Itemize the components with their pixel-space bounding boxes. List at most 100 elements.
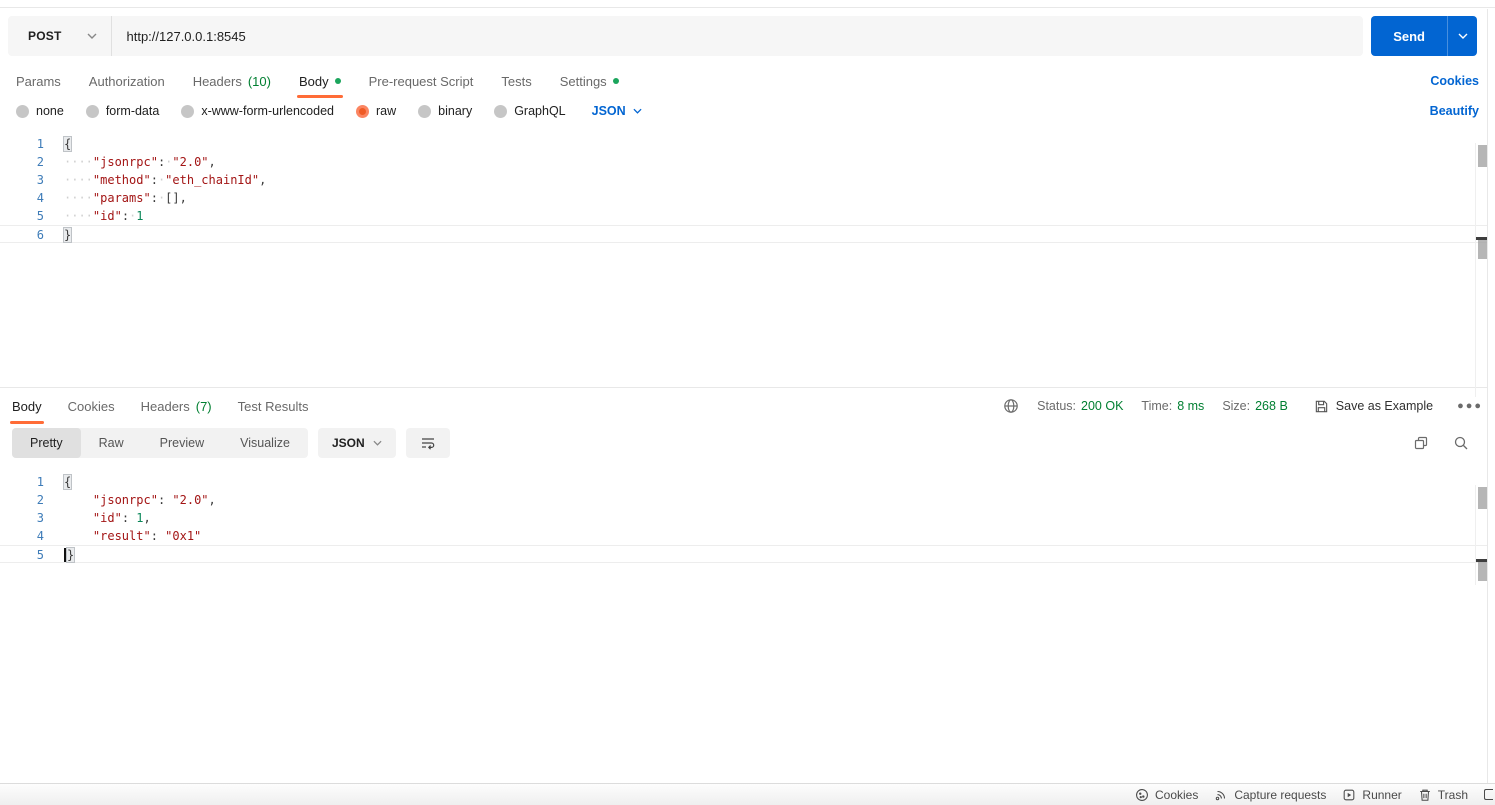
code-line[interactable]: 6} — [0, 225, 1495, 243]
request-url-row: POST http://127.0.0.1:8545 Send — [0, 8, 1495, 64]
request-language-select[interactable]: JSON — [592, 104, 642, 118]
code-line[interactable]: 5 ····"id":·1 — [0, 207, 1495, 225]
body-type-x-www-form-urlencoded[interactable]: x-www-form-urlencoded — [181, 104, 334, 118]
method-label: POST — [28, 29, 62, 43]
view-preview[interactable]: Preview — [142, 428, 222, 458]
time-badge: Time: 8 ms — [1141, 399, 1205, 413]
code-line[interactable]: 1{ — [0, 135, 1495, 153]
code-text: "result": "0x1" — [92, 529, 202, 543]
send-options-button[interactable] — [1447, 16, 1477, 56]
response-body-editor[interactable]: 1{2 "jsonrpc": "2.0", 3 "id": 1, 4 "result… — [0, 466, 1495, 761]
code-text: ····"params":·[], — [64, 191, 187, 205]
radio-icon — [181, 104, 195, 118]
body-type-raw[interactable]: raw — [356, 104, 396, 118]
line-number: 1 — [36, 137, 44, 151]
tab-pre-request-script[interactable]: Pre-request Script — [369, 64, 474, 98]
response-tab-headers[interactable]: Headers (7) — [141, 388, 212, 424]
chevron-down-icon — [87, 33, 97, 39]
response-tab-cookies[interactable]: Cookies — [68, 388, 115, 424]
code-text: "id": 1, — [92, 511, 151, 525]
code-line[interactable]: 3 ····"method":·"eth_chainId", — [0, 171, 1495, 189]
top-divider — [0, 0, 1495, 8]
line-number: 5 — [36, 548, 44, 562]
more-actions-icon[interactable]: ●●● — [1457, 400, 1483, 412]
body-type-graphql[interactable]: GraphQL — [494, 104, 566, 118]
postman-app: POST http://127.0.0.1:8545 Send Params A… — [0, 0, 1495, 805]
line-number: 1 — [36, 475, 44, 489]
right-sidebar-rail — [1487, 9, 1495, 783]
scrollbar-thumb[interactable] — [1478, 145, 1487, 167]
runner-icon — [1342, 788, 1356, 802]
code-text: } — [44, 546, 75, 562]
tab-params[interactable]: Params — [16, 64, 61, 98]
url-input[interactable]: http://127.0.0.1:8545 — [112, 16, 1363, 56]
radio-icon — [418, 104, 432, 118]
response-tab-test-results[interactable]: Test Results — [238, 388, 309, 424]
body-type-none[interactable]: none — [16, 104, 64, 118]
settings-modified-dot — [612, 78, 619, 84]
line-number: 3 — [36, 173, 44, 187]
code-line[interactable]: 2 "jsonrpc": "2.0", — [0, 491, 1495, 509]
radio-icon — [16, 104, 29, 118]
chevron-down-icon — [633, 108, 642, 114]
copy-response-icon[interactable] — [1413, 435, 1429, 451]
body-modified-dot — [334, 78, 341, 84]
view-pretty[interactable]: Pretty — [12, 428, 81, 458]
code-text: ····"id":·1 — [64, 209, 144, 223]
body-type-binary[interactable]: binary — [418, 104, 472, 118]
capture-requests-icon — [1214, 788, 1228, 802]
request-body-editor[interactable]: 1{2 ····"jsonrpc":·"2.0", 3 ····"method":·"… — [0, 128, 1495, 388]
cookie-icon — [1135, 788, 1149, 802]
footer-cookies[interactable]: Cookies — [1135, 788, 1198, 802]
globe-icon[interactable] — [1003, 398, 1019, 414]
response-view-switcher: Pretty Raw Preview Visualize — [12, 428, 308, 458]
code-text: } — [64, 228, 72, 242]
line-number: 3 — [36, 511, 44, 525]
code-text: { — [64, 475, 72, 489]
status-badge: Status: 200 OK — [1037, 399, 1124, 413]
tab-settings[interactable]: Settings — [560, 64, 619, 98]
code-line[interactable]: 2 ····"jsonrpc":·"2.0", — [0, 153, 1495, 171]
wrap-text-button[interactable] — [405, 428, 450, 458]
footer-trash[interactable]: Trash — [1418, 788, 1468, 802]
body-type-row: none form-data x-www-form-urlencoded raw… — [0, 98, 1495, 128]
active-tab-underline — [296, 95, 343, 98]
view-visualize[interactable]: Visualize — [222, 428, 308, 458]
footer-bar: Cookies Capture requests Runner Trash — [0, 783, 1495, 805]
tab-headers[interactable]: Headers (10) — [193, 64, 271, 98]
response-language-select[interactable]: JSON — [317, 428, 396, 458]
trash-icon — [1418, 788, 1432, 802]
body-type-form-data[interactable]: form-data — [85, 104, 159, 118]
send-button[interactable]: Send — [1371, 16, 1447, 56]
search-response-icon[interactable] — [1453, 435, 1469, 451]
footer-capture-requests[interactable]: Capture requests — [1214, 788, 1326, 802]
beautify-link[interactable]: Beautify — [1430, 104, 1479, 118]
method-select[interactable]: POST — [8, 16, 113, 56]
headers-count: (10) — [247, 73, 271, 89]
code-text: ····"method":·"eth_chainId", — [64, 173, 267, 187]
wrap-text-icon — [420, 435, 436, 451]
footer-runner[interactable]: Runner — [1342, 788, 1402, 802]
line-number: 2 — [36, 493, 44, 507]
radio-icon — [494, 104, 508, 118]
save-as-example-button[interactable]: Save as Example — [1314, 399, 1433, 414]
code-line[interactable]: 4 ····"params":·[], — [0, 189, 1495, 207]
tab-tests[interactable]: Tests — [501, 64, 531, 98]
chevron-down-icon — [1458, 33, 1468, 39]
footer-partial-icon[interactable] — [1484, 789, 1493, 800]
response-tabs: Body Cookies Headers (7) Test Results St… — [0, 388, 1495, 424]
cookies-link[interactable]: Cookies — [1430, 74, 1479, 88]
code-line[interactable]: 3 "id": 1, — [0, 509, 1495, 527]
response-headers-count: (7) — [195, 398, 212, 414]
response-tab-body[interactable]: Body — [10, 388, 44, 424]
radio-icon — [85, 104, 99, 118]
scrollbar-thumb[interactable] — [1478, 487, 1487, 509]
tab-authorization[interactable]: Authorization — [89, 64, 165, 98]
code-line[interactable]: 1{ — [0, 473, 1495, 491]
view-raw[interactable]: Raw — [81, 428, 142, 458]
cursor-marker-tail — [1478, 562, 1487, 581]
code-line[interactable]: 4 "result": "0x1" — [0, 527, 1495, 545]
line-number: 2 — [36, 155, 44, 169]
tab-body[interactable]: Body — [296, 64, 343, 98]
code-line[interactable]: 5} — [0, 545, 1495, 563]
